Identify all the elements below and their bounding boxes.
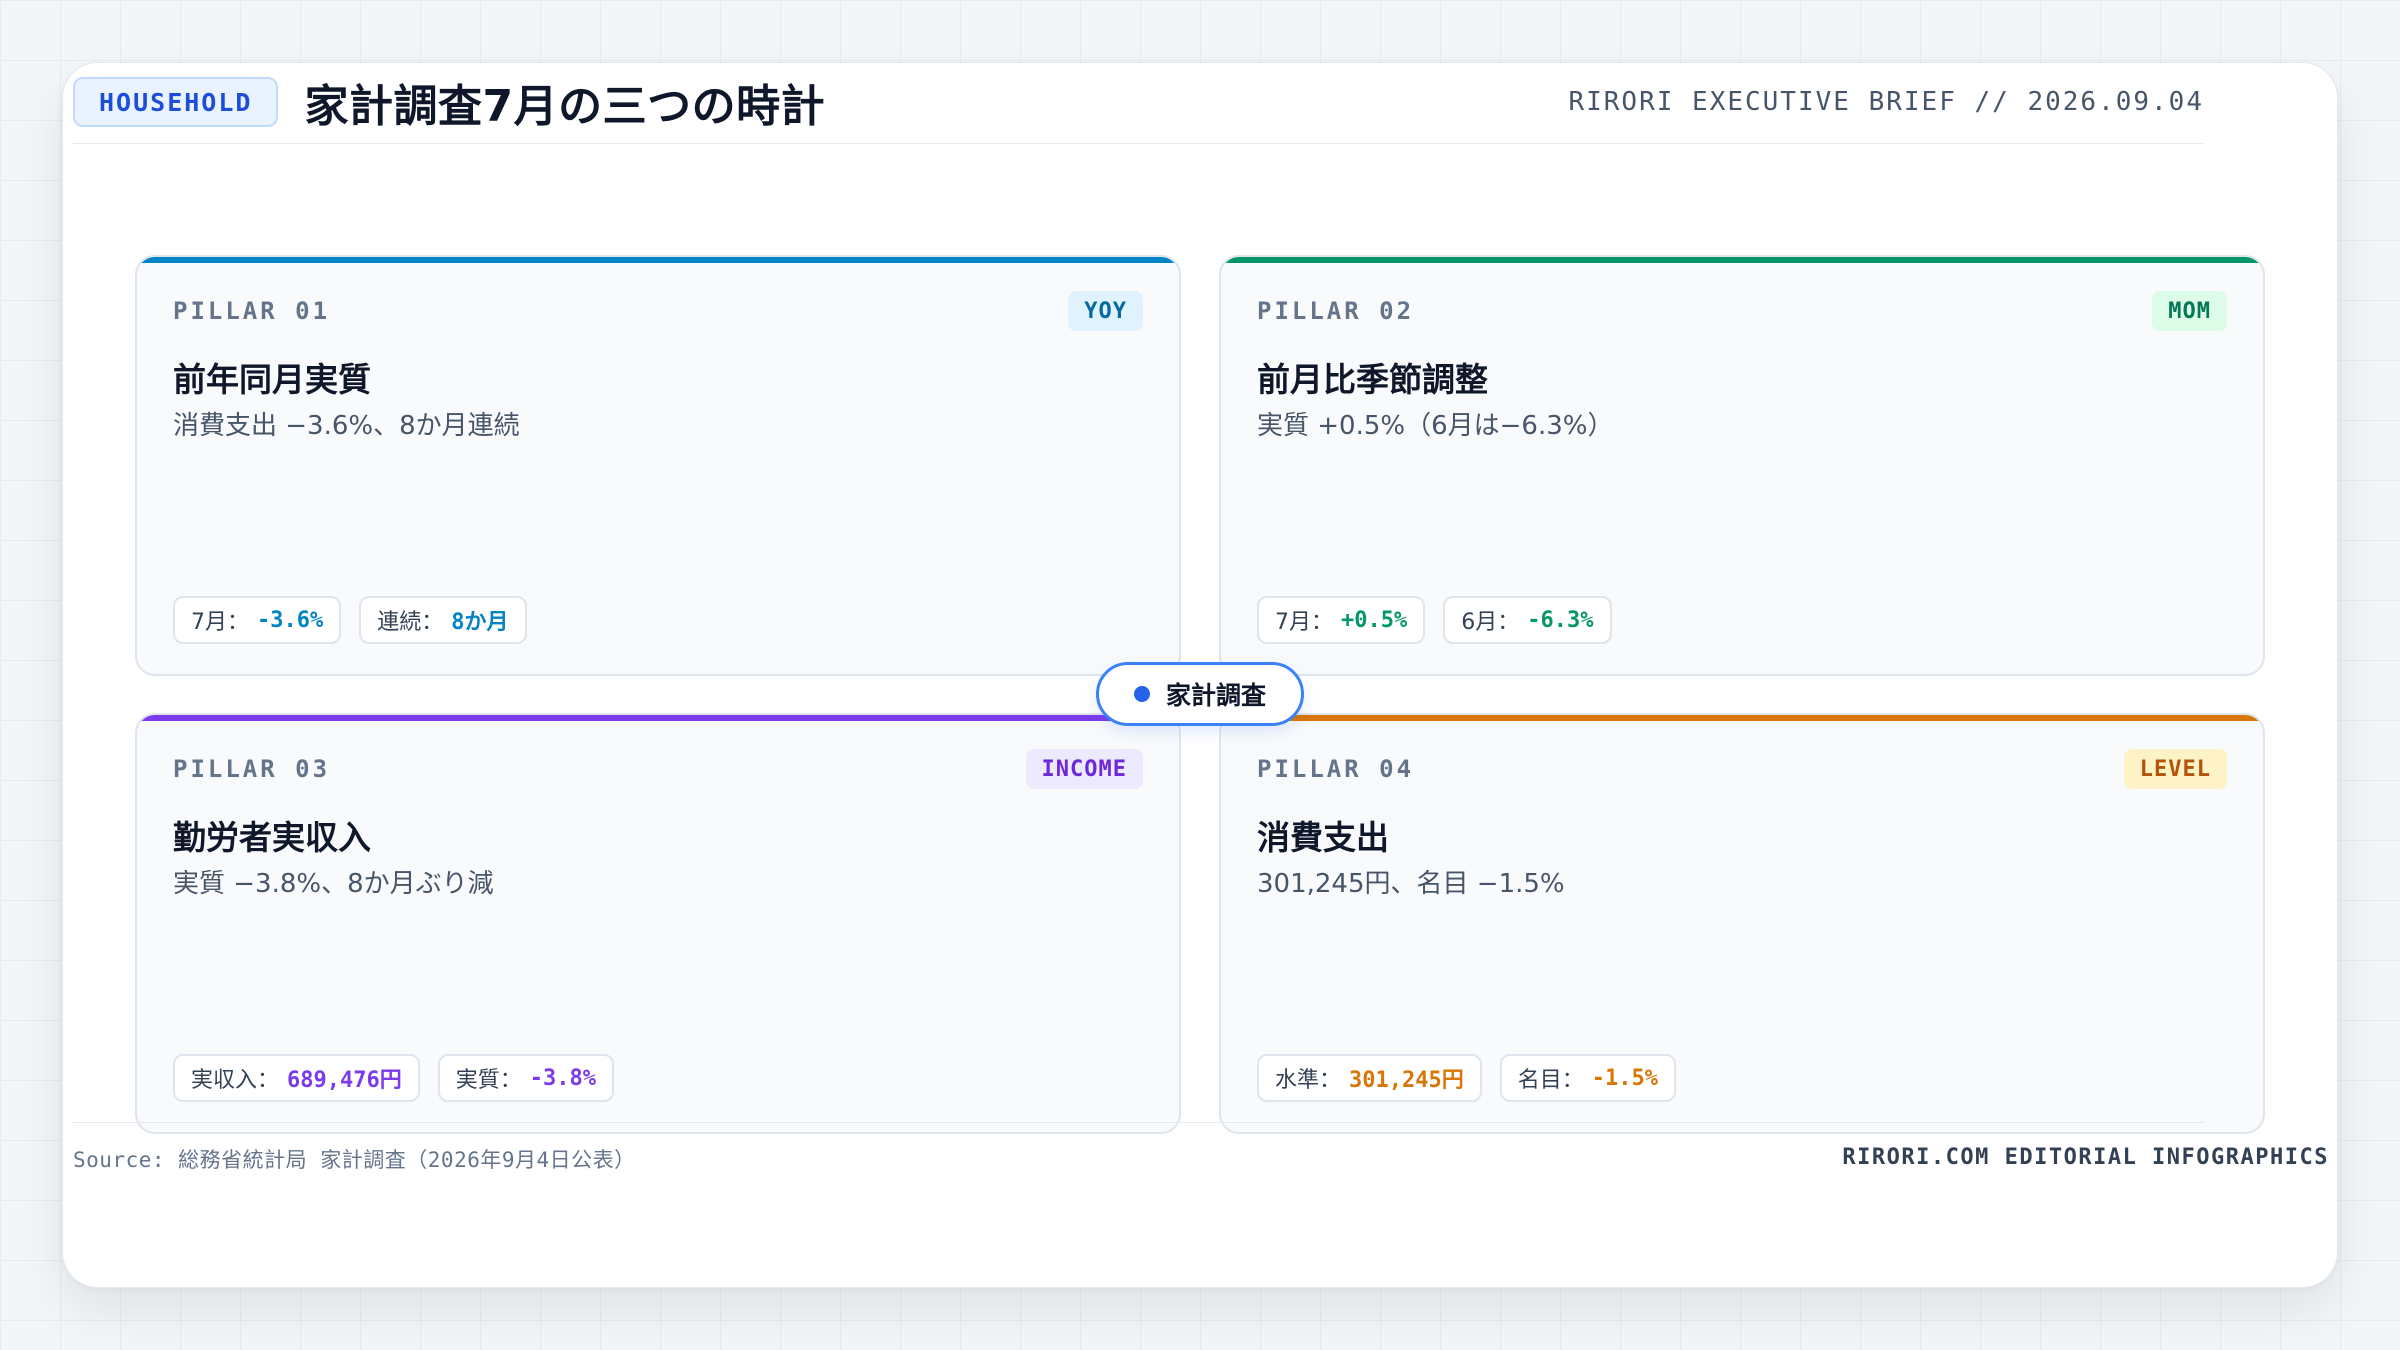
chip-value: -3.8% xyxy=(529,1065,597,1091)
pillar-label: PILLAR 01 xyxy=(173,297,331,325)
chip-value: +0.5% xyxy=(1341,607,1408,633)
chip-label: 6月 xyxy=(1461,610,1498,635)
metric-chip: 6月： -6.3% xyxy=(1443,596,1612,644)
pillar-title: 勤労者実収入 xyxy=(173,818,371,857)
metric-chip: 実収入： 689,476円 xyxy=(173,1054,420,1102)
chip-value: -6.3% xyxy=(1527,607,1594,633)
chip-label: 7月 xyxy=(1275,610,1311,635)
pillar-accent-bar xyxy=(137,257,1179,263)
metric-chip: 連続： 8か月 xyxy=(359,596,527,644)
footer-brand: RIRORI.COM EDITORIAL INFOGRAPHICS xyxy=(1842,1145,2329,1170)
metric-chip: 7月： +0.5% xyxy=(1257,596,1426,644)
pillar-chips: 実収入： 689,476円 実質： -3.8% xyxy=(173,1054,632,1102)
chip-value: 689,476円 xyxy=(287,1068,402,1093)
chip-label: 連続 xyxy=(377,610,422,635)
pillar-description: 実質 +0.5%（6月は−6.3%） xyxy=(1257,411,1614,441)
chip-label: 7月 xyxy=(191,610,227,635)
metric-chip: 名目： -1.5% xyxy=(1499,1054,1677,1102)
pillar-accent-bar xyxy=(1221,257,2263,263)
header-left: HOUSEHOLD 家計調査7月の三つの時計 xyxy=(73,70,825,134)
pillar-label: PILLAR 03 xyxy=(173,755,331,783)
center-hub: 家計調査 xyxy=(1096,662,1304,726)
chip-label: 名目 xyxy=(1517,1068,1562,1093)
brief-label: RIRORI EXECUTIVE BRIEF // 2026.09.04 xyxy=(1568,87,2204,117)
pillar-chips: 水準： 301,245円 名目： -1.5% xyxy=(1257,1054,1694,1102)
header-divider xyxy=(73,143,2204,144)
pillar-title: 前年同月実質 xyxy=(173,360,371,399)
pillar-card-income: PILLAR 03 INCOME 勤労者実収入 実質 −3.8%、8か月ぶり減 … xyxy=(135,713,1181,1134)
pillar-tag: YOY xyxy=(1068,291,1143,331)
chip-label: 実収入 xyxy=(191,1068,258,1093)
hub-label: 家計調査 xyxy=(1165,681,1266,710)
pillar-card-yoy: PILLAR 01 YOY 前年同月実質 消費支出 −3.6%、8か月連続 7月… xyxy=(135,255,1181,676)
category-badge: HOUSEHOLD xyxy=(73,77,279,127)
chip-label: 実質 xyxy=(455,1068,500,1093)
pillar-title: 前月比季節調整 xyxy=(1257,360,1488,399)
chip-value: 301,245円 xyxy=(1349,1068,1464,1093)
pillar-title: 消費支出 xyxy=(1257,818,1389,857)
pillar-card-mom: PILLAR 02 MOM 前月比季節調整 実質 +0.5%（6月は−6.3%）… xyxy=(1219,255,2265,676)
page-title: 家計調査7月の三つの時計 xyxy=(304,81,826,132)
metric-chip: 実質： -3.8% xyxy=(437,1054,615,1102)
hub-dot-icon xyxy=(1133,686,1150,702)
pillar-accent-bar xyxy=(137,715,1179,721)
pillar-description: 消費支出 −3.6%、8か月連続 xyxy=(173,411,520,441)
pillar-tag: LEVEL xyxy=(2123,749,2227,789)
pillar-chips: 7月： +0.5% 6月： -6.3% xyxy=(1257,596,1630,644)
pillar-description: 301,245円、名目 −1.5% xyxy=(1257,869,1565,899)
header: HOUSEHOLD 家計調査7月の三つの時計 RIRORI EXECUTIVE … xyxy=(73,58,2204,146)
pillar-tag: MOM xyxy=(2152,291,2227,331)
pillar-tag: INCOME xyxy=(1025,749,1143,789)
footer-divider xyxy=(73,1122,2204,1123)
pillar-chips: 7月： -3.6% 連続： 8か月 xyxy=(173,596,545,644)
pillar-label: PILLAR 02 xyxy=(1257,297,1415,325)
pillar-description: 実質 −3.8%、8か月ぶり減 xyxy=(173,869,494,899)
chip-label: 水準 xyxy=(1275,1068,1320,1093)
metric-chip: 水準： 301,245円 xyxy=(1257,1054,1482,1102)
metric-chip: 7月： -3.6% xyxy=(173,596,342,644)
chip-value: -1.5% xyxy=(1591,1065,1659,1091)
pillar-accent-bar xyxy=(1221,715,2263,721)
pillar-card-level: PILLAR 04 LEVEL 消費支出 301,245円、名目 −1.5% 水… xyxy=(1219,713,2265,1134)
pillar-label: PILLAR 04 xyxy=(1257,755,1415,783)
chip-value: -3.6% xyxy=(257,607,324,633)
chip-value: 8か月 xyxy=(451,610,509,635)
source-note: Source: 総務省統計局 家計調査（2026年9月4日公表） xyxy=(73,1148,636,1172)
